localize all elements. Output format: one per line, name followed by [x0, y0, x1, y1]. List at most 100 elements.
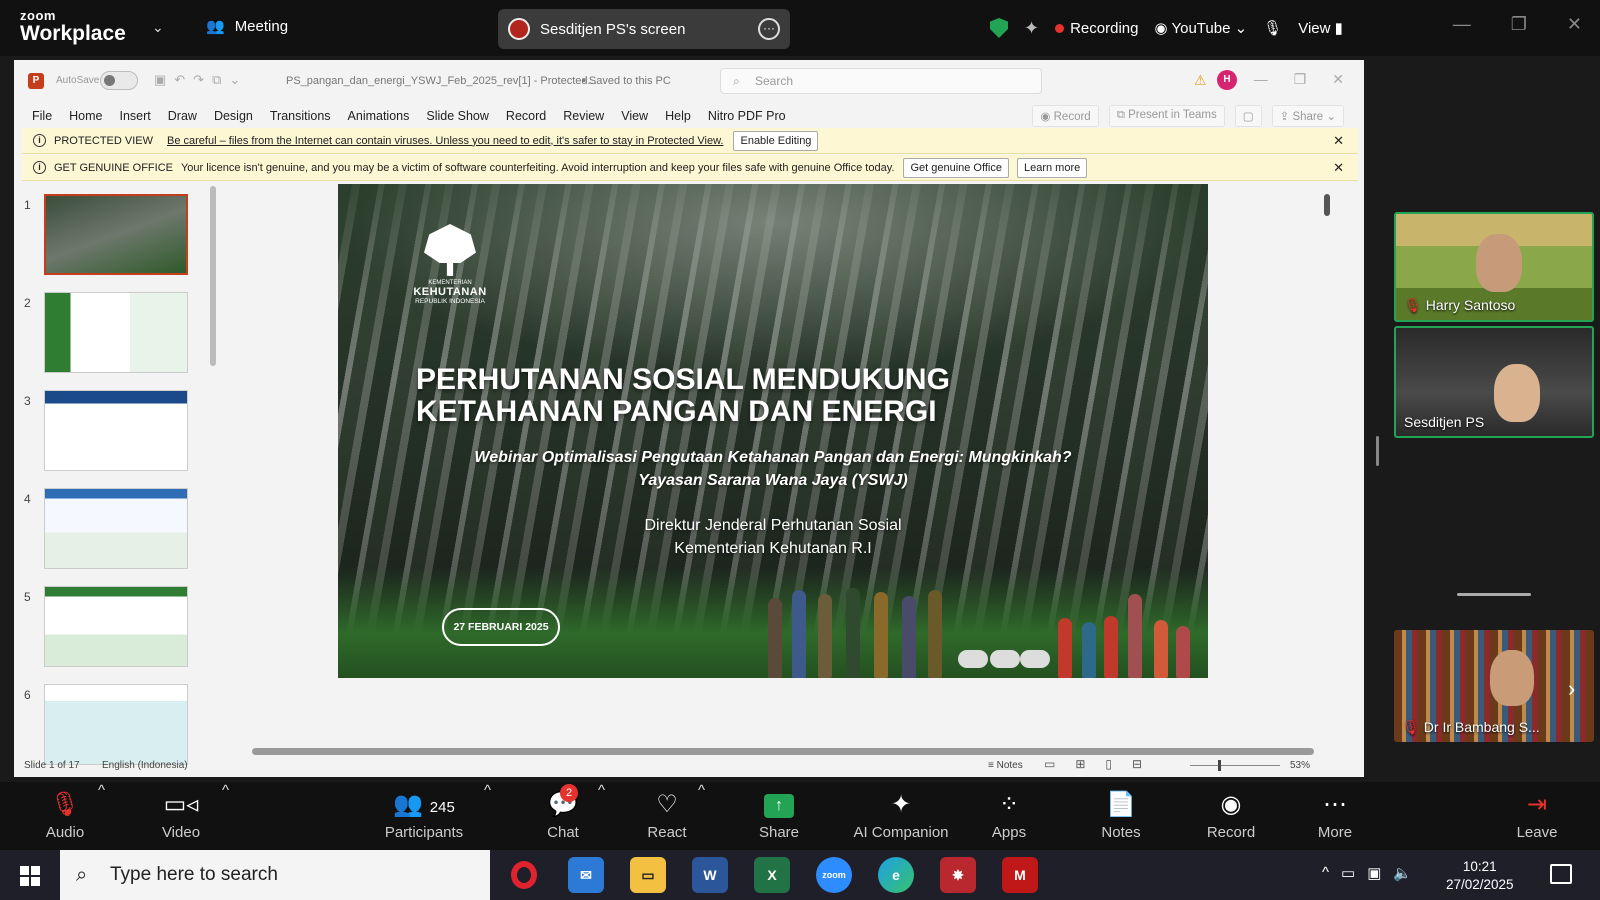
share-button[interactable]: ⇪ Share ⌄	[1271, 105, 1344, 127]
split-resize-handle[interactable]	[1376, 436, 1379, 466]
ribbon-tab-animations[interactable]: Animations	[348, 109, 410, 123]
close-icon[interactable]: ✕	[1567, 14, 1582, 35]
slide-thumbnail[interactable]: 5	[24, 586, 204, 670]
video-button[interactable]: ▭◃ Video	[146, 782, 216, 850]
get-genuine-office-button[interactable]: Get genuine Office	[903, 157, 1009, 178]
comments-icon[interactable]: ▢	[1234, 105, 1262, 127]
mic-icon[interactable]: 🎙	[1263, 19, 1282, 37]
notification-icon[interactable]	[1550, 864, 1572, 884]
youtube-stream-button[interactable]: ◉ YouTube ⌄	[1154, 19, 1247, 37]
present-in-teams-button[interactable]: ⧉ Present in Teams	[1108, 105, 1225, 127]
video-tile[interactable]: 🎙 Dr Ir Bambang S...	[1394, 630, 1594, 742]
recording-indicator[interactable]: Recording	[1055, 20, 1138, 37]
ribbon-tab-help[interactable]: Help	[665, 109, 691, 123]
chat-options-chevron-icon[interactable]: ^	[598, 782, 605, 850]
ribbon-tab-record[interactable]: Record	[506, 109, 546, 123]
minimize-icon[interactable]: —	[1254, 71, 1268, 88]
battery-icon[interactable]: ▭	[1341, 864, 1355, 882]
notes-button[interactable]: ≡ Notes	[988, 760, 1023, 771]
ppt-search-box[interactable]: ⌕ Search	[720, 68, 1042, 94]
video-options-chevron-icon[interactable]: ^	[222, 782, 229, 850]
screen-share-indicator[interactable]: Sesditjen PS's screen ···	[498, 9, 790, 49]
ribbon-tab-view[interactable]: View	[621, 109, 648, 123]
apps-button[interactable]: ⁘ Apps	[974, 782, 1044, 850]
video-tile[interactable]: Sesditjen PS	[1394, 326, 1594, 438]
chat-button[interactable]: 💬 2 Chat	[528, 782, 598, 850]
zoom-level[interactable]: 53%	[1290, 760, 1310, 771]
taskbar-search-box[interactable]: ⌕ Type here to search	[60, 850, 490, 900]
slideshow-icon[interactable]: ⊟	[1132, 757, 1142, 771]
minimize-icon[interactable]: —	[1453, 14, 1471, 35]
ribbon-tab-review[interactable]: Review	[563, 109, 604, 123]
autosave-toggle[interactable]	[100, 71, 138, 90]
audio-button[interactable]: 🎙 Audio	[30, 782, 100, 850]
normal-view-icon[interactable]: ▭	[1044, 757, 1055, 771]
mail-icon[interactable]: ✉	[568, 857, 604, 893]
ribbon-tab-home[interactable]: Home	[69, 109, 102, 123]
opera-icon[interactable]	[506, 857, 542, 893]
excel-icon[interactable]: X	[754, 857, 790, 893]
close-icon[interactable]: ✕	[1333, 133, 1344, 149]
notes-button[interactable]: 📄 Notes	[1086, 782, 1156, 850]
meeting-button[interactable]: 👥 Meeting	[206, 17, 288, 36]
slide-thumbnail[interactable]: 1	[24, 194, 204, 278]
share-screen-button[interactable]: ↑ Share	[744, 782, 814, 850]
close-icon[interactable]: ✕	[1332, 71, 1344, 88]
audio-options-chevron-icon[interactable]: ^	[98, 782, 105, 850]
ribbon-tab-draw[interactable]: Draw	[168, 109, 197, 123]
language-indicator[interactable]: English (Indonesia)	[102, 760, 188, 771]
windows-start-icon[interactable]	[20, 866, 40, 886]
zoom-slider[interactable]	[1190, 760, 1280, 771]
view-button[interactable]: View ▮	[1298, 19, 1343, 37]
learn-more-button[interactable]: Learn more	[1016, 157, 1088, 178]
ribbon-tab-nitro-pdf-pro[interactable]: Nitro PDF Pro	[708, 109, 786, 123]
close-icon[interactable]: ✕	[1333, 160, 1344, 176]
ribbon-tab-design[interactable]: Design	[214, 109, 253, 123]
record-button[interactable]: ◉ Record	[1032, 105, 1099, 127]
network-icon[interactable]: ▣	[1367, 864, 1381, 882]
ribbon-tab-transitions[interactable]: Transitions	[270, 109, 331, 123]
react-options-chevron-icon[interactable]: ^	[698, 782, 705, 850]
enable-editing-button[interactable]: Enable Editing	[733, 130, 819, 151]
ai-companion-button[interactable]: ✦ AI Companion	[846, 782, 956, 850]
more-button[interactable]: ⋯ More	[1300, 782, 1370, 850]
slide-thumbnail[interactable]: 4	[24, 488, 204, 572]
gallery-resize-handle[interactable]	[1457, 593, 1531, 596]
volume-icon[interactable]: 🔈	[1393, 864, 1412, 882]
record-button[interactable]: ◉ Record	[1196, 782, 1266, 850]
current-slide[interactable]: KEMENTERIAN KEHUTANAN REPUBLIK INDONESIA…	[338, 184, 1208, 678]
more-options-icon[interactable]: ···	[758, 18, 780, 40]
word-icon[interactable]: W	[692, 857, 728, 893]
maximize-icon[interactable]: ❐	[1511, 14, 1527, 35]
protected-view-message[interactable]: Be careful – files from the Internet can…	[167, 135, 723, 147]
participants-options-chevron-icon[interactable]: ^	[484, 782, 491, 850]
slide-vertical-scrollbar[interactable]	[1319, 184, 1335, 744]
ribbon-tab-insert[interactable]: Insert	[120, 109, 151, 123]
slide-thumbnail[interactable]: 3	[24, 390, 204, 474]
slide-thumbnail[interactable]: 2	[24, 292, 204, 376]
scroll-thumb[interactable]	[1324, 194, 1330, 216]
react-button[interactable]: ♡ React	[632, 782, 702, 850]
security-shield-icon[interactable]	[990, 18, 1008, 38]
video-tile[interactable]: 🎙 Harry Santoso	[1394, 212, 1594, 322]
ai-spark-icon[interactable]: ✦	[1024, 18, 1039, 39]
user-avatar[interactable]: H	[1217, 70, 1237, 90]
participants-button[interactable]: 👥 245 Participants	[374, 782, 474, 850]
leave-button[interactable]: ⇥ Leave	[1502, 782, 1572, 850]
app-icon[interactable]: ✸	[940, 857, 976, 893]
file-explorer-icon[interactable]: ▭	[630, 857, 666, 893]
quick-access-toolbar[interactable]: ▣↶↷⧉⌄	[154, 72, 248, 88]
slide-sorter-icon[interactable]: ⊞	[1075, 757, 1085, 771]
thumbnail-scrollbar[interactable]	[210, 186, 216, 366]
chevron-down-icon[interactable]: ⌄	[152, 19, 164, 36]
maximize-icon[interactable]: ❐	[1294, 71, 1307, 88]
taskbar-clock[interactable]: 10:21 27/02/2025	[1446, 858, 1514, 894]
reading-view-icon[interactable]: ▯	[1105, 757, 1112, 771]
ribbon-tab-slide-show[interactable]: Slide Show	[426, 109, 489, 123]
zoom-logo[interactable]: zoom Workplace	[20, 9, 126, 44]
zoom-app-icon[interactable]: zoom	[816, 857, 852, 893]
mcafee-icon[interactable]: M	[1002, 857, 1038, 893]
warning-icon[interactable]: ⚠	[1194, 72, 1207, 89]
edge-icon[interactable]: e	[878, 857, 914, 893]
chevron-up-icon[interactable]: ^	[1322, 864, 1329, 882]
